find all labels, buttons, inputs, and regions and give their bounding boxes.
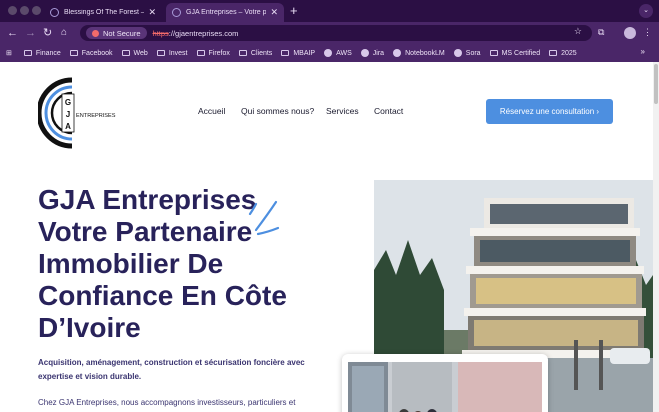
folder-icon [549, 50, 558, 56]
bookmark-mbaip[interactable]: MBAIP [281, 50, 315, 57]
globe-icon [324, 49, 333, 57]
url-text: ://gjaentreprises.com [168, 28, 239, 38]
folder-icon [238, 50, 247, 56]
bookmark-label: NotebookLM [405, 49, 445, 57]
warning-icon [92, 29, 99, 37]
bookmark-clients[interactable]: Clients [238, 49, 273, 57]
bookmark-notebooklm[interactable]: NotebookLM [393, 49, 445, 57]
extensions-icon[interactable]: ⧉ [598, 27, 604, 38]
bookmark-label: AWS [336, 49, 352, 57]
security-chip[interactable]: Not Secure [86, 27, 147, 39]
hero-title-line: D’Ivoire [38, 312, 141, 343]
bookmark-label: Clients [250, 49, 273, 57]
folder-icon [489, 50, 498, 56]
scrollbar-thumb[interactable] [654, 64, 658, 104]
tab-favicon-icon [172, 8, 181, 17]
nav-accueil[interactable]: Accueil [198, 106, 225, 116]
bookmark-label: Web [133, 49, 148, 57]
close-icon[interactable]: ✕ [148, 7, 156, 18]
url-scheme: https [152, 28, 169, 38]
consultation-button[interactable]: Réservez une consultation › [486, 99, 613, 124]
tab-blessings[interactable]: Blessings Of The Forest – We ✕ [44, 3, 162, 22]
security-label: Not Secure [103, 28, 141, 38]
globe-icon [393, 49, 402, 57]
tab-favicon-icon [50, 8, 59, 17]
folder-icon [121, 50, 130, 56]
bookmark-aws[interactable]: AWS [324, 49, 352, 57]
reload-button[interactable]: ↻ [43, 25, 52, 41]
folder-icon [156, 50, 165, 56]
apps-grid-icon[interactable]: ⊞ [6, 49, 12, 57]
logo-letter: A [65, 122, 71, 131]
hero-subtitle: Acquisition, aménagement, construction e… [38, 358, 305, 381]
bookmark-label: Firefox [208, 49, 230, 57]
folder-icon [196, 50, 205, 56]
bookmark-label: Facebook [81, 49, 113, 57]
bookmark-2025[interactable]: 2025 [549, 50, 577, 57]
address-bar[interactable]: Not Secure https ://gjaentreprises.com ☆ [80, 25, 592, 41]
chevron-down-icon[interactable]: ⌄ [639, 4, 653, 18]
tab-title: GJA Entreprises – Votre parte [186, 9, 267, 16]
bookmark-label: Jira [372, 49, 385, 57]
globe-icon [453, 49, 462, 57]
bookmark-label: Invest [168, 49, 188, 57]
logo-letter: G [65, 98, 71, 107]
page-scrollbar[interactable] [653, 62, 659, 412]
hero-title: GJA Entreprises Votre Partenaire Immobil… [38, 184, 338, 344]
profile-avatar[interactable] [624, 27, 636, 39]
bookmark-facebook[interactable]: Facebook [69, 49, 113, 57]
browser-toolbar: ← → ↻ ⌂ Not Secure https ://gjaentrepris… [0, 22, 659, 44]
bookmark-ms-certified[interactable]: MS Certified [489, 49, 541, 57]
bookmark-star-icon[interactable]: ☆ [574, 26, 582, 37]
minimize-window-button[interactable] [20, 6, 29, 15]
bookmark-firefox[interactable]: Firefox [196, 49, 230, 57]
close-icon[interactable]: ✕ [270, 7, 278, 18]
hero-title-line: Votre Partenaire [38, 216, 253, 247]
nav-qui-sommes-nous[interactable]: Qui sommes nous? [241, 106, 314, 116]
menu-kebab-icon[interactable]: ⋮ [643, 27, 652, 38]
bookmark-jira[interactable]: Jira [360, 49, 385, 57]
home-icon[interactable]: ⌂ [61, 25, 67, 41]
nav-services[interactable]: Services [326, 106, 359, 116]
forward-button[interactable]: → [25, 25, 36, 41]
street-photo [348, 362, 542, 412]
close-window-button[interactable] [8, 6, 17, 15]
logo-letter: J [66, 110, 70, 119]
zoom-window-button[interactable] [32, 6, 41, 15]
accent-swoosh-icon [248, 200, 280, 236]
hero-title-line: Immobilier De [38, 248, 224, 279]
tab-gja[interactable]: GJA Entreprises – Votre parte ✕ [166, 3, 284, 22]
bookmarks-overflow-button[interactable]: » [641, 47, 645, 56]
street-photo-card [342, 354, 548, 412]
hero-title-line: GJA Entreprises [38, 184, 257, 215]
folder-icon [69, 50, 78, 56]
folder-icon [23, 50, 32, 56]
back-button[interactable]: ← [7, 25, 18, 41]
bookmarks-bar: ⊞ Finance Facebook Web Invest Firefox Cl… [0, 44, 659, 62]
bookmark-label: MS Certified [501, 49, 541, 57]
new-tab-button[interactable]: + [290, 3, 298, 19]
bookmark-web[interactable]: Web [121, 49, 148, 57]
tab-strip: Blessings Of The Forest – We ✕ GJA Entre… [0, 0, 659, 22]
nav-contact[interactable]: Contact [374, 106, 403, 116]
bookmark-label: 2025 [561, 49, 577, 57]
web-page: G J A ENTREPRISES Accueil Qui sommes nou… [0, 62, 653, 412]
tab-title: Blessings Of The Forest – We [64, 9, 145, 16]
bookmark-invest[interactable]: Invest [156, 49, 188, 57]
bookmark-label: Sora [465, 49, 481, 57]
gja-logo[interactable]: G J A ENTREPRISES [38, 76, 120, 150]
bookmark-finance[interactable]: Finance [23, 49, 61, 57]
bookmark-label: Finance [35, 49, 61, 57]
hero-title-line: Confiance En Côte [38, 280, 287, 311]
globe-icon [360, 49, 369, 57]
bookmark-sora[interactable]: Sora [453, 49, 481, 57]
folder-icon [281, 50, 290, 56]
hero-body-text: Chez GJA Entreprises, nous accompagnons … [38, 398, 296, 407]
bookmark-label: MBAIP [293, 49, 316, 57]
logo-word: ENTREPRISES [76, 113, 116, 119]
